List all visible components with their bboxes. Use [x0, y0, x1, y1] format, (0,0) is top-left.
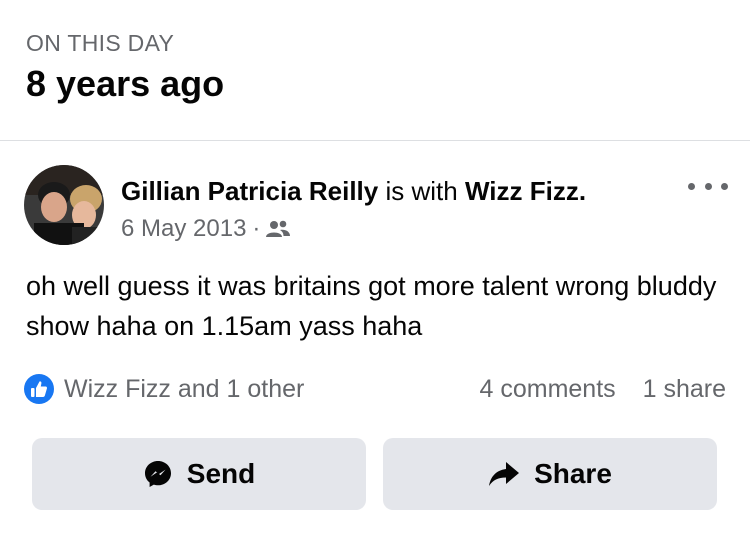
author-line: Gillian Patricia Reilly is with Wizz Fiz… [121, 176, 586, 207]
meta-separator: · [252, 215, 261, 242]
share-arrow-icon [488, 460, 534, 488]
messenger-icon [143, 459, 187, 489]
post-text: oh well guess it was britains got more t… [26, 271, 717, 341]
memory-label: ON THIS DAY [26, 30, 175, 56]
send-label: Send [186, 458, 256, 489]
with-text: is with [385, 176, 458, 206]
send-button[interactable]: Send [32, 438, 366, 510]
share-label: Share [534, 458, 612, 489]
friends-icon [266, 219, 291, 239]
reactions-text: Wizz Fizz and 1 other [64, 374, 305, 403]
share-button[interactable]: Share [383, 438, 717, 510]
memory-years-ago: 8 years ago [26, 63, 225, 104]
avatar[interactable] [24, 165, 104, 245]
engagement-counts: 4 comments 1 share [479, 375, 726, 404]
post-header: Gillian Patricia Reilly is with Wizz Fiz… [121, 176, 586, 243]
tagged-name[interactable]: Wizz Fizz. [465, 176, 586, 206]
post-date[interactable]: 6 May 2013 [121, 215, 246, 243]
post-meta: 6 May 2013 · [121, 215, 586, 243]
memory-header: ON THIS DAY 8 years ago [26, 30, 224, 105]
reactions-summary[interactable]: Wizz Fizz and 1 other [24, 374, 304, 404]
engagement-row: Wizz Fizz and 1 other 4 comments 1 share [24, 372, 726, 406]
more-options-icon[interactable] [688, 174, 728, 198]
divider [0, 140, 750, 141]
shares-count[interactable]: 1 share [643, 375, 726, 403]
like-icon [24, 374, 54, 404]
author-name[interactable]: Gillian Patricia Reilly [121, 176, 378, 206]
comments-count[interactable]: 4 comments [479, 375, 615, 403]
